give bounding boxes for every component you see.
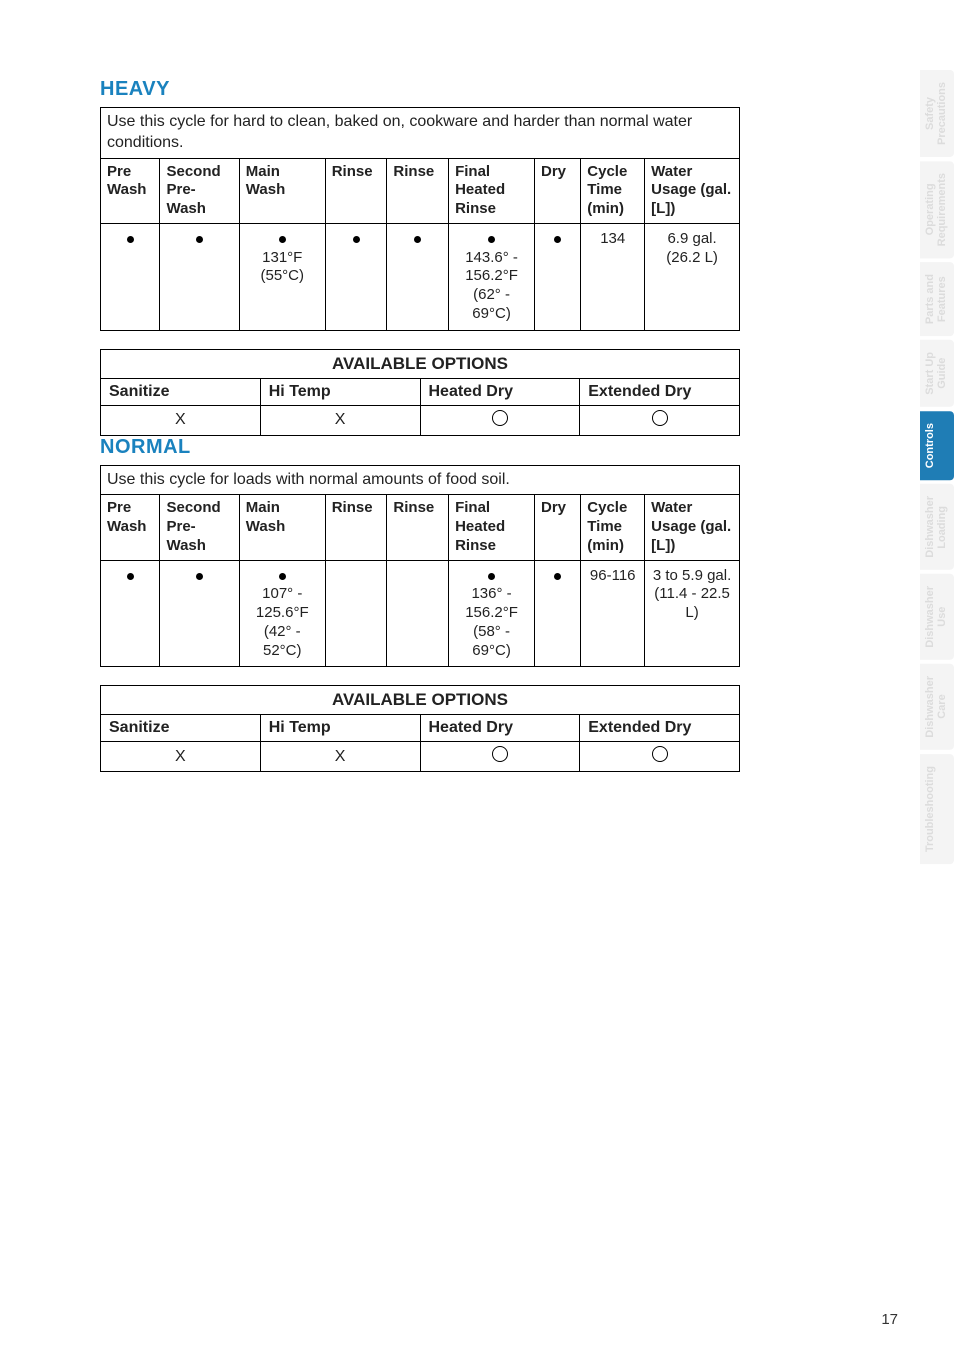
circle-icon <box>652 746 668 762</box>
side-tab[interactable]: Dishwasher Care <box>920 664 954 750</box>
opt-sanitize: Sanitize <box>101 378 261 405</box>
heavy-second-pre-wash <box>160 223 239 330</box>
col-dry: Dry <box>535 158 581 223</box>
dot-icon <box>279 573 286 580</box>
opt-extended-dry: Extended Dry <box>580 715 740 742</box>
dot-icon <box>488 236 495 243</box>
col-second-pre-wash: Second Pre-Wash <box>160 495 239 560</box>
heavy-opt-extended-dry <box>580 405 740 435</box>
normal-cycle-time: 96-116 <box>581 560 645 667</box>
col-water-usage: Water Usage (gal. [L]) <box>645 158 740 223</box>
normal-options-title: AVAILABLE OPTIONS <box>101 686 740 715</box>
side-tab[interactable]: Operating Requirements <box>920 161 954 258</box>
normal-pre-wash <box>101 560 160 667</box>
heavy-dry <box>535 223 581 330</box>
heavy-rinse1 <box>325 223 387 330</box>
normal-opt-sanitize: X <box>101 742 261 772</box>
heavy-opt-hi-temp: X <box>260 405 420 435</box>
dot-icon <box>196 573 203 580</box>
col-rinse1: Rinse <box>325 158 387 223</box>
col-water-usage: Water Usage (gal. [L]) <box>645 495 740 560</box>
heavy-rinse2 <box>387 223 449 330</box>
side-tab[interactable]: Dishwasher Use <box>920 574 954 660</box>
circle-icon <box>492 746 508 762</box>
col-pre-wash: Pre Wash <box>101 158 160 223</box>
page: HEAVY Use this cycle for hard to clean, … <box>0 0 954 1354</box>
heavy-main-wash-text: 131°F (55°C) <box>261 249 305 285</box>
col-final-heated-rinse: Final Heated Rinse <box>449 158 535 223</box>
dot-icon <box>353 236 360 243</box>
normal-main-wash: 107° - 125.6°F (42° - 52°C) <box>239 560 325 667</box>
normal-description: Use this cycle for loads with normal amo… <box>101 465 740 495</box>
opt-heated-dry: Heated Dry <box>420 715 580 742</box>
dot-icon <box>127 236 134 243</box>
opt-hi-temp: Hi Temp <box>260 378 420 405</box>
opt-extended-dry: Extended Dry <box>580 378 740 405</box>
heavy-options-table: AVAILABLE OPTIONS Sanitize Hi Temp Heate… <box>100 349 740 436</box>
normal-rinse1 <box>325 560 387 667</box>
dot-icon <box>279 236 286 243</box>
normal-final-text: 136° - 156.2°F (58° - 69°C) <box>465 585 518 658</box>
normal-main-wash-text: 107° - 125.6°F (42° - 52°C) <box>256 585 309 658</box>
circle-icon <box>652 410 668 426</box>
side-tabs: Safety Precautions Operating Requirements… <box>920 70 954 868</box>
dot-icon <box>488 573 495 580</box>
heavy-opt-heated-dry <box>420 405 580 435</box>
normal-opt-heated-dry <box>420 742 580 772</box>
dot-icon <box>196 236 203 243</box>
col-cycle-time: Cycle Time (min) <box>581 495 645 560</box>
col-dry: Dry <box>535 495 581 560</box>
side-tab[interactable]: Controls <box>920 411 954 480</box>
heavy-description: Use this cycle for hard to clean, baked … <box>101 108 740 159</box>
normal-opt-extended-dry <box>580 742 740 772</box>
heavy-title: HEAVY <box>100 78 740 101</box>
col-final-heated-rinse: Final Heated Rinse <box>449 495 535 560</box>
dot-icon <box>554 236 561 243</box>
normal-water-usage: 3 to 5.9 gal. (11.4 - 22.5 L) <box>645 560 740 667</box>
side-tab[interactable]: Parts and Features <box>920 262 954 336</box>
opt-sanitize: Sanitize <box>101 715 261 742</box>
dot-icon <box>554 573 561 580</box>
heavy-main-wash: 131°F (55°C) <box>239 223 325 330</box>
side-tab[interactable]: Dishwasher Loading <box>920 484 954 570</box>
normal-second-pre-wash <box>160 560 239 667</box>
heavy-water-usage: 6.9 gal. (26.2 L) <box>645 223 740 330</box>
content-area: HEAVY Use this cycle for hard to clean, … <box>100 78 740 772</box>
normal-options-table: AVAILABLE OPTIONS Sanitize Hi Temp Heate… <box>100 685 740 772</box>
col-rinse1: Rinse <box>325 495 387 560</box>
circle-icon <box>492 410 508 426</box>
normal-opt-hi-temp: X <box>260 742 420 772</box>
normal-rinse2 <box>387 560 449 667</box>
opt-hi-temp: Hi Temp <box>260 715 420 742</box>
heavy-final-rinse: 143.6° - 156.2°F (62° - 69°C) <box>449 223 535 330</box>
col-rinse2: Rinse <box>387 495 449 560</box>
heavy-opt-sanitize: X <box>101 405 261 435</box>
opt-heated-dry: Heated Dry <box>420 378 580 405</box>
side-tab[interactable]: Safety Precautions <box>920 70 954 157</box>
dot-icon <box>414 236 421 243</box>
heavy-final-text: 143.6° - 156.2°F (62° - 69°C) <box>465 249 518 322</box>
normal-dry <box>535 560 581 667</box>
heavy-cycle-time: 134 <box>581 223 645 330</box>
col-main-wash: Main Wash <box>239 495 325 560</box>
col-rinse2: Rinse <box>387 158 449 223</box>
normal-cycle-table: Use this cycle for loads with normal amo… <box>100 465 740 668</box>
col-second-pre-wash: Second Pre-Wash <box>160 158 239 223</box>
col-main-wash: Main Wash <box>239 158 325 223</box>
heavy-options-title: AVAILABLE OPTIONS <box>101 349 740 378</box>
page-number: 17 <box>881 1311 898 1328</box>
side-tab[interactable]: Troubleshooting <box>920 754 954 864</box>
col-pre-wash: Pre Wash <box>101 495 160 560</box>
col-cycle-time: Cycle Time (min) <box>581 158 645 223</box>
normal-final-rinse: 136° - 156.2°F (58° - 69°C) <box>449 560 535 667</box>
heavy-cycle-table: Use this cycle for hard to clean, baked … <box>100 107 740 331</box>
normal-title: NORMAL <box>100 436 740 459</box>
side-tab[interactable]: Start Up Guide <box>920 340 954 407</box>
heavy-pre-wash <box>101 223 160 330</box>
dot-icon <box>127 573 134 580</box>
